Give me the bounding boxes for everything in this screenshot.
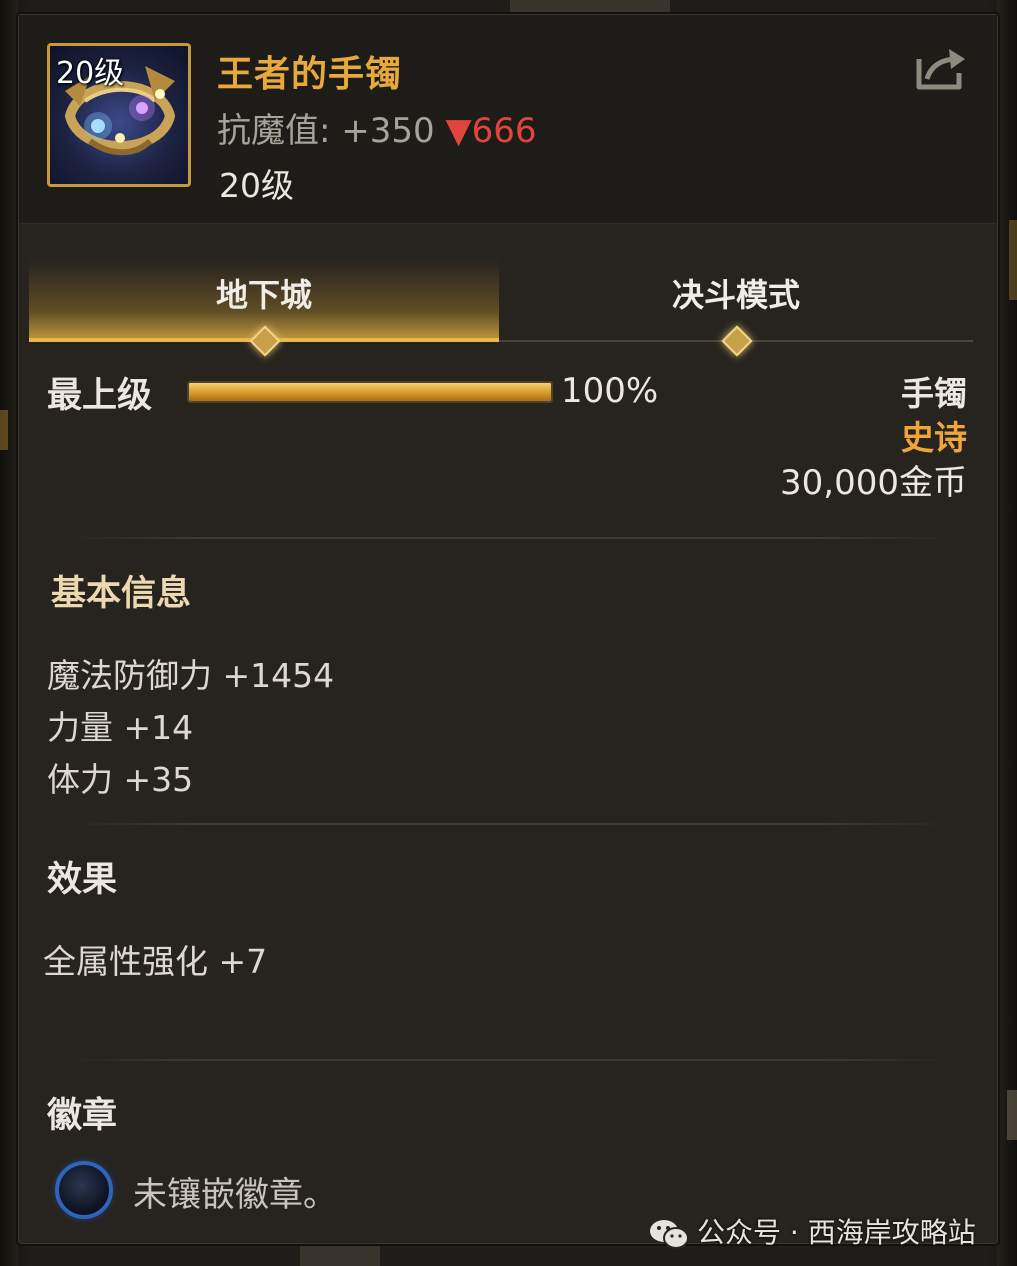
item-type: 手镯	[901, 374, 967, 413]
badge-slot-icon[interactable]	[55, 1161, 113, 1219]
item-name: 王者的手镯	[217, 54, 403, 95]
tab-pvp-label: 决斗模式	[671, 276, 800, 314]
mode-tabs: 地下城 决斗模式	[29, 260, 973, 357]
bottom-background-element	[300, 1244, 380, 1266]
stat-change: ▼666	[445, 111, 537, 151]
grade-progress-fill	[189, 383, 551, 401]
stat-value: +350	[341, 111, 435, 151]
attr-magic-defense: 魔法防御力 +1454	[47, 656, 335, 695]
share-icon[interactable]	[913, 45, 969, 93]
item-price: 30,000金币	[780, 463, 967, 503]
wechat-icon	[650, 1220, 689, 1249]
top-background-element	[510, 0, 670, 14]
emblem-title: 徽章	[47, 1096, 118, 1136]
tab-dungeon[interactable]: 地下城	[29, 260, 499, 357]
divider	[69, 823, 949, 825]
effect-all-stats: 全属性强化 +7	[43, 942, 268, 981]
watermark: 公众号 · 西海岸攻略站	[649, 1211, 976, 1255]
left-edge	[0, 0, 18, 1266]
divider	[69, 1059, 949, 1061]
grade-label: 最上级	[47, 376, 153, 416]
basic-info-title: 基本信息	[51, 574, 192, 614]
tab-pvp[interactable]: 决斗模式	[501, 260, 971, 357]
tab-diamond-icon	[249, 325, 281, 357]
tab-diamond-icon	[721, 325, 753, 357]
divider	[69, 537, 949, 539]
attr-strength: 力量 +14	[47, 708, 194, 747]
stat-label: 抗魔值:	[217, 111, 331, 151]
item-rarity: 史诗	[901, 418, 967, 457]
item-level: 20级	[219, 166, 294, 205]
tooltip-screen: 20级 王者的手镯 抗魔值: +350 ▼666 20级 地下城 决斗模式 最上…	[0, 0, 1017, 1266]
effect-title: 效果	[47, 860, 118, 900]
icon-level-badge: 20级	[56, 56, 125, 91]
right-edge	[997, 0, 1017, 1266]
attr-vitality: 体力 +35	[47, 760, 194, 799]
grade-percent: 100%	[561, 371, 659, 411]
item-tooltip-panel: 20级 王者的手镯 抗魔值: +350 ▼666 20级 地下城 决斗模式 最上…	[18, 14, 998, 1249]
tab-dungeon-label: 地下城	[215, 276, 312, 314]
magic-resist-stat: 抗魔值: +350 ▼666	[217, 103, 537, 152]
grade-progress-bar	[187, 381, 553, 403]
bracelet-icon[interactable]: 20级	[47, 43, 191, 187]
emblem-empty-text: 未镶嵌徽章。	[133, 1175, 337, 1215]
item-header: 20级 王者的手镯 抗魔值: +350 ▼666 20级	[19, 15, 997, 224]
watermark-text: 公众号 · 西海岸攻略站	[697, 1216, 976, 1249]
